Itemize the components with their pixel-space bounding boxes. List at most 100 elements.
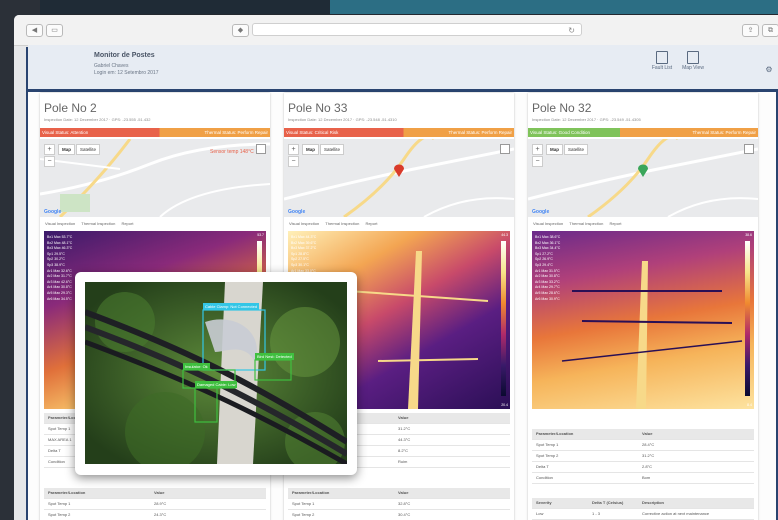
table-row: Spot Temp 1 28.4°C xyxy=(532,440,754,451)
temperature-scale xyxy=(501,241,506,396)
fault-list-label: Fault List xyxy=(651,65,673,71)
table-row: Spot Temp 1 28.9°C xyxy=(44,499,266,510)
scale-max: 53.7 xyxy=(257,233,264,237)
google-logo: Google xyxy=(44,209,62,215)
tab-thermal[interactable]: Thermal Inspection xyxy=(569,221,603,226)
scale-max: 38.6 xyxy=(745,233,752,237)
pole-card-3: Pole No 32 Inspection Date: 12 December … xyxy=(528,93,758,520)
table-header: Parameter/LocationValue xyxy=(288,488,510,499)
zoom-out-button[interactable]: − xyxy=(288,156,299,167)
visual-status: Visual Status: Critical Risk xyxy=(286,130,339,135)
visual-status: Visual Status: Good Condition xyxy=(530,130,590,135)
scale-min: 20.4 xyxy=(501,403,508,407)
fullscreen-icon[interactable] xyxy=(744,144,754,154)
view-tabs: Visual Inspection Thermal Inspection Rep… xyxy=(284,219,514,229)
detection-label-insulator: Insulator: Ok xyxy=(183,363,210,370)
table-row: Low 1 - 3 Corrective action at next mainte… xyxy=(532,509,754,520)
table-header: Severity Delta T (Celsius) Description xyxy=(532,498,754,509)
visual-status: Visual Status: Attention xyxy=(42,130,89,135)
detection-label-cable: Damaged Cable: Low xyxy=(195,381,238,388)
zoom-in-button[interactable]: + xyxy=(288,144,299,155)
reload-icon[interactable]: ↻ xyxy=(568,26,575,35)
table-row: Spot Temp 1 32.8°C xyxy=(288,499,510,510)
fullscreen-icon[interactable] xyxy=(500,144,510,154)
pole-subtitle: Inspection Date: 12 December 2017 · GPS:… xyxy=(288,117,397,122)
tabs-icon[interactable]: ⧉ xyxy=(762,24,778,37)
map-view[interactable]: + − Map Satellite Google xyxy=(528,139,758,217)
pole-subtitle: Inspection Date: 12 December 2017 · GPS:… xyxy=(44,117,151,122)
status-band: Visual Status: Good Condition Thermal St… xyxy=(528,128,758,137)
measurement-table-2: Parameter/Location Value Spot Temp 1 28.9°… xyxy=(44,488,266,520)
table-header: Parameter/LocationValue xyxy=(44,488,266,499)
temperature-callout: Sensor temp 148°C xyxy=(210,149,254,155)
detection-label-nest: Bird Nest: Detected xyxy=(255,353,294,360)
report-icon xyxy=(656,51,668,64)
zoom-out-button[interactable]: − xyxy=(44,156,55,167)
pole-title: Pole No 32 xyxy=(532,101,592,115)
satellite-tab[interactable]: Satellite xyxy=(564,144,589,155)
satellite-tab[interactable]: Satellite xyxy=(320,144,345,155)
share-icon[interactable]: ⇪ xyxy=(742,24,759,37)
login-date: Login em: 12 Setembro 2017 xyxy=(94,70,159,76)
tab-thermal[interactable]: Thermal Inspection xyxy=(81,221,115,226)
thermal-status: Thermal Status: Perform Repair xyxy=(204,130,268,135)
detection-popup[interactable]: Cable Clamp: Not Connected Insulator: Ok… xyxy=(75,272,357,475)
sidebar-toggle-icon[interactable]: ▭ xyxy=(46,24,63,37)
map-pin-icon xyxy=(394,164,404,177)
settings-button[interactable]: ⚙ xyxy=(754,59,778,77)
zoom-out-button[interactable]: − xyxy=(532,156,543,167)
tab-visual[interactable]: Visual Inspection xyxy=(289,221,319,226)
scale-max: 44.3 xyxy=(501,233,508,237)
status-band: Visual Status: Critical Risk Thermal Sta… xyxy=(284,128,514,137)
view-tabs: Visual Inspection Thermal Inspection Rep… xyxy=(40,219,270,229)
table-header: Parameter/LocationValue xyxy=(532,429,754,440)
tab-report[interactable]: Report xyxy=(609,221,621,226)
thermal-readings: Bx1 Max 38.6°C Bx2 Max 36.1°C Bx3 Max 34.4… xyxy=(535,235,561,301)
back-icon[interactable]: ◀ xyxy=(26,24,43,37)
pole-title: Pole No 2 xyxy=(44,101,97,115)
gear-icon: ⚙ xyxy=(765,65,773,74)
measurement-table-2: Parameter/Location Value Spot Temp 1 32.8°… xyxy=(288,488,510,520)
detection-label-clamp: Cable Clamp: Not Connected xyxy=(203,303,260,310)
status-band: Visual Status: Attention Thermal Status:… xyxy=(40,128,270,137)
satellite-tab[interactable]: Satellite xyxy=(76,144,101,155)
app-title: Monitor de Postes xyxy=(94,52,155,59)
desktop-background-accent xyxy=(330,0,778,14)
thermal-status: Thermal Status: Perform Repair xyxy=(448,130,512,135)
tab-visual[interactable]: Visual Inspection xyxy=(533,221,563,226)
temperature-scale xyxy=(745,241,750,396)
map-view[interactable]: + − Map Satellite Google xyxy=(284,139,514,217)
thermal-image: Bx1 Max 38.6°C Bx2 Max 36.1°C Bx3 Max 34.4… xyxy=(532,231,754,409)
thermal-readings: Bx1 Max 53.7°C Bx2 Max 48.1°C Bx3 Max 46.3… xyxy=(47,235,73,301)
google-logo: Google xyxy=(288,209,306,215)
url-bar[interactable]: ↻ xyxy=(252,23,582,36)
shield-icon[interactable]: ◆ xyxy=(232,24,249,37)
table-row: Spot Temp 2 31.2°C xyxy=(532,451,754,462)
thermal-pole xyxy=(561,261,743,409)
map-tab[interactable]: Map xyxy=(58,144,75,155)
tab-thermal[interactable]: Thermal Inspection xyxy=(325,221,359,226)
map-view[interactable]: + − Map Satellite Sensor temp 148°C Goog… xyxy=(40,139,270,217)
pole-title: Pole No 33 xyxy=(288,101,348,115)
map-tab[interactable]: Map xyxy=(302,144,319,155)
table-row: Spot Temp 2 30.4°C xyxy=(288,510,510,520)
fault-list-button[interactable]: Fault List xyxy=(647,51,677,71)
map-tab[interactable]: Map xyxy=(546,144,563,155)
map-pin-icon xyxy=(638,164,648,177)
tab-visual[interactable]: Visual Inspection xyxy=(45,221,75,226)
fullscreen-icon[interactable] xyxy=(256,144,266,154)
zoom-in-button[interactable]: + xyxy=(44,144,55,155)
table-row: Spot Temp 2 24.3°C xyxy=(44,510,266,520)
zoom-in-button[interactable]: + xyxy=(532,144,543,155)
app-header: Monitor de Postes Gabriel Chaves Login e… xyxy=(28,45,778,92)
browser-toolbar: ◀ ▭ ◆ ↻ ⇪ ⧉ xyxy=(14,15,778,46)
pole-subtitle: Inspection Date: 12 December 2017 · GPS:… xyxy=(532,117,641,122)
tab-report[interactable]: Report xyxy=(121,221,133,226)
measurement-table: Parameter/Location Value Spot Temp 1 28.4°… xyxy=(532,429,754,484)
map-view-label: Map View xyxy=(682,65,704,71)
tab-report[interactable]: Report xyxy=(365,221,377,226)
google-logo: Google xyxy=(532,209,550,215)
view-tabs: Visual Inspection Thermal Inspection Rep… xyxy=(528,219,758,229)
table-row: Condition Bom xyxy=(532,473,754,484)
map-view-button[interactable]: Map View xyxy=(678,51,708,71)
